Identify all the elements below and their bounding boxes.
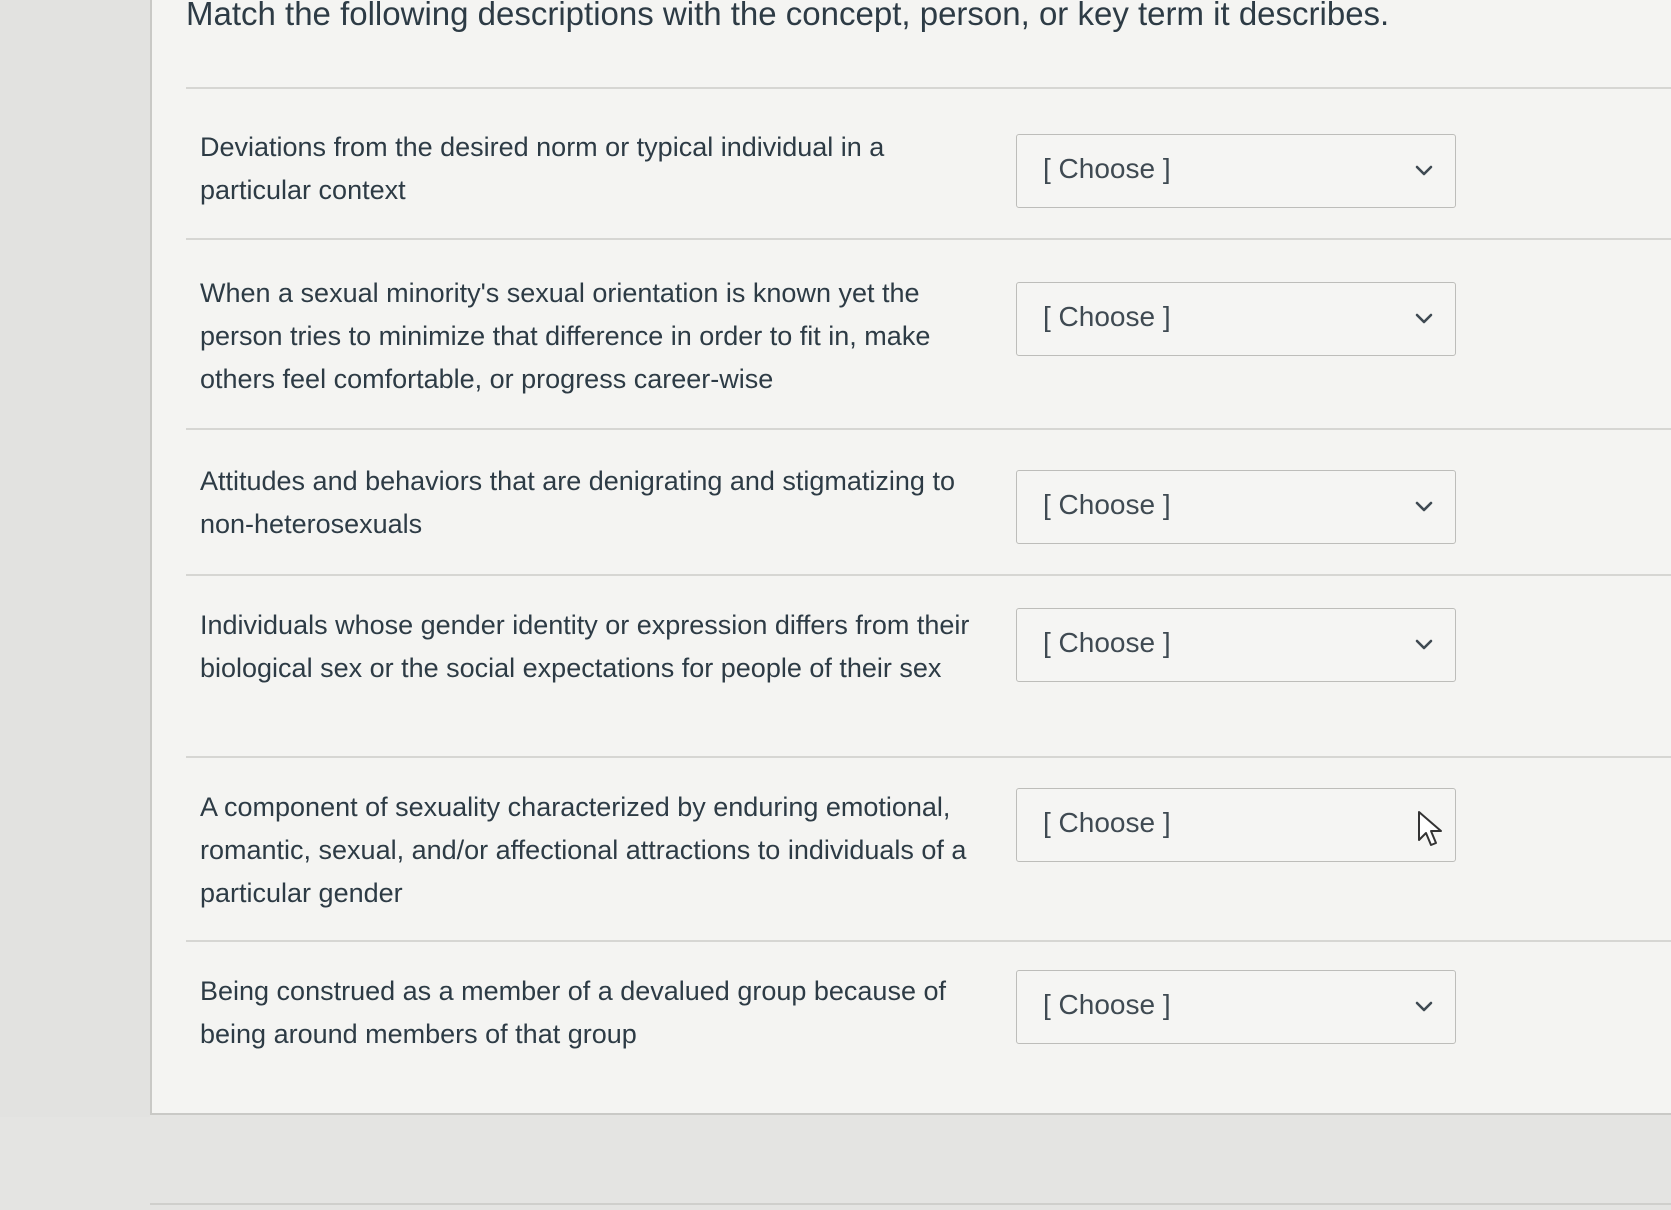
chevron-down-icon: [1415, 165, 1433, 176]
match-prompt: Being construed as a member of a devalue…: [200, 976, 946, 1049]
match-row-5: A component of sexuality characterized b…: [200, 786, 1460, 926]
match-prompt: A component of sexuality characterized b…: [200, 792, 967, 908]
match-row-3: Attitudes and behaviors that are denigra…: [200, 460, 1460, 560]
answer-select[interactable]: [ Choose ]: [1016, 470, 1456, 544]
answer-select[interactable]: [ Choose ]: [1016, 970, 1456, 1044]
select-value: [ Choose ]: [1043, 627, 1171, 658]
select-value: [ Choose ]: [1043, 301, 1171, 332]
answer-select[interactable]: [ Choose ]: [1016, 134, 1456, 208]
select-value: [ Choose ]: [1043, 807, 1171, 838]
chevron-down-icon: [1415, 639, 1433, 650]
question-text: Match the following descriptions with th…: [186, 0, 1390, 32]
divider: [186, 756, 1671, 758]
page-left-gutter: [0, 0, 150, 1210]
match-prompt: Individuals whose gender identity or exp…: [200, 610, 970, 683]
select-value: [ Choose ]: [1043, 989, 1171, 1020]
match-prompt: When a sexual minority's sexual orientat…: [200, 278, 931, 394]
match-row-6: Being construed as a member of a devalue…: [200, 970, 1460, 1070]
divider: [186, 574, 1671, 576]
chevron-down-icon: [1415, 1001, 1433, 1012]
divider: [186, 87, 1671, 89]
match-prompt: Deviations from the desired norm or typi…: [200, 132, 885, 205]
page-bottom-area: [0, 1117, 1671, 1210]
answer-select[interactable]: [ Choose ]: [1016, 788, 1456, 862]
divider: [186, 940, 1671, 942]
mouse-pointer-icon: [1418, 811, 1442, 846]
match-row-1: Deviations from the desired norm or typi…: [200, 126, 1460, 226]
chevron-down-icon: [1415, 313, 1433, 324]
divider: [186, 428, 1671, 430]
select-value: [ Choose ]: [1043, 489, 1171, 520]
divider: [150, 1203, 1671, 1205]
answer-select[interactable]: [ Choose ]: [1016, 282, 1456, 356]
answer-select[interactable]: [ Choose ]: [1016, 608, 1456, 682]
divider: [186, 238, 1671, 240]
match-prompt: Attitudes and behaviors that are denigra…: [200, 466, 955, 539]
match-row-4: Individuals whose gender identity or exp…: [200, 604, 1460, 744]
match-row-2: When a sexual minority's sexual orientat…: [200, 272, 1460, 412]
select-value: [ Choose ]: [1043, 153, 1171, 184]
chevron-down-icon: [1415, 501, 1433, 512]
